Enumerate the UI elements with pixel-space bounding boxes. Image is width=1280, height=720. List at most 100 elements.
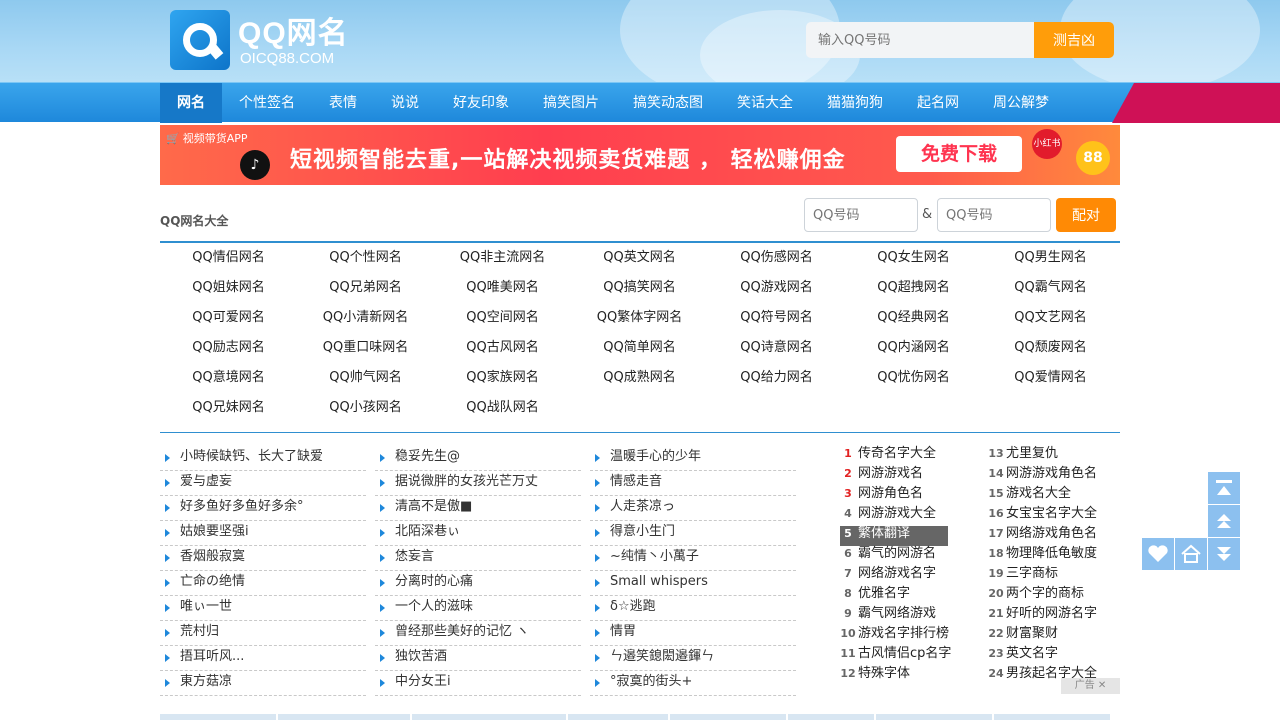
category-link[interactable]: QQ家族网名 bbox=[434, 368, 571, 388]
pair-button[interactable]: 配对 bbox=[1056, 198, 1116, 232]
bottom-tab[interactable] bbox=[994, 714, 1112, 720]
list-item[interactable]: °寂寞的街头+ bbox=[590, 671, 796, 696]
list-item[interactable]: 据说微胖的女孩光芒万丈 bbox=[375, 471, 581, 496]
list-item[interactable]: 曾经那些美好的记忆 ヽ bbox=[375, 621, 581, 646]
list-item[interactable]: 一个人的滋味 bbox=[375, 596, 581, 621]
nav-item[interactable]: 搞笑图片 bbox=[526, 83, 616, 123]
ranking-item[interactable]: 7 网络游戏名字 bbox=[840, 566, 990, 586]
category-link[interactable]: QQ男生网名 bbox=[982, 248, 1119, 268]
nav-item[interactable]: 周公解梦 bbox=[976, 83, 1066, 123]
category-link[interactable]: QQ霸气网名 bbox=[982, 278, 1119, 298]
category-link[interactable]: QQ小清新网名 bbox=[297, 308, 434, 328]
ranking-item[interactable]: 18 物理降低龟敏度 bbox=[988, 546, 1138, 566]
ranking-item[interactable]: 2 网游游戏名 bbox=[840, 466, 990, 486]
list-item[interactable]: 人走茶凉っ bbox=[590, 496, 796, 521]
category-link[interactable]: QQ姐妹网名 bbox=[160, 278, 297, 298]
bottom-tab[interactable] bbox=[278, 714, 412, 720]
category-link[interactable]: QQ给力网名 bbox=[708, 368, 845, 388]
category-link[interactable]: QQ古风网名 bbox=[434, 338, 571, 358]
category-link[interactable]: QQ伤感网名 bbox=[708, 248, 845, 268]
logo-title[interactable]: QQ网名 bbox=[238, 8, 349, 52]
nav-item[interactable]: 好友印象 bbox=[436, 83, 526, 123]
list-item[interactable]: 北陌深巷ぃ bbox=[375, 521, 581, 546]
category-link[interactable]: QQ励志网名 bbox=[160, 338, 297, 358]
list-item[interactable]: 情感走音 bbox=[590, 471, 796, 496]
list-item[interactable]: 荒村归 bbox=[160, 621, 366, 646]
ranking-item[interactable]: 22 财富聚财 bbox=[988, 626, 1138, 646]
category-link[interactable]: QQ简单网名 bbox=[571, 338, 708, 358]
list-item[interactable]: 分离时的心痛 bbox=[375, 571, 581, 596]
ranking-item[interactable]: 10 游戏名字排行榜 bbox=[840, 626, 990, 646]
ranking-item[interactable]: 8 优雅名字 bbox=[840, 586, 990, 606]
nav-item[interactable]: 说说 bbox=[374, 83, 436, 123]
category-link[interactable]: QQ意境网名 bbox=[160, 368, 297, 388]
category-link[interactable]: QQ内涵网名 bbox=[845, 338, 982, 358]
ranking-item[interactable]: 11 古风情侣cp名字 bbox=[840, 646, 990, 666]
list-item[interactable]: 恷妄言 bbox=[375, 546, 581, 571]
list-item[interactable]: 好多鱼好多鱼好多余° bbox=[160, 496, 366, 521]
category-link[interactable]: QQ忧伤网名 bbox=[845, 368, 982, 388]
ranking-item[interactable]: 20 两个字的商标 bbox=[988, 586, 1138, 606]
ranking-item[interactable]: 15 游戏名大全 bbox=[988, 486, 1138, 506]
fortune-test-button[interactable]: 测吉凶 bbox=[1034, 22, 1114, 58]
ranking-item[interactable]: 13 尤里复仇 bbox=[988, 446, 1138, 466]
ranking-item[interactable]: 6 霸气的网游名 bbox=[840, 546, 990, 566]
category-link[interactable]: QQ经典网名 bbox=[845, 308, 982, 328]
nav-item[interactable]: 笑话大全 bbox=[720, 83, 810, 123]
free-download-button[interactable]: 免费下载 bbox=[896, 136, 1022, 172]
bottom-tab[interactable] bbox=[670, 714, 788, 720]
nav-item[interactable]: 搞笑动态图 bbox=[616, 83, 720, 123]
list-item[interactable]: 姑娘要坚强i bbox=[160, 521, 366, 546]
ranking-item[interactable]: 14 网游游戏角色名 bbox=[988, 466, 1138, 486]
category-link[interactable]: QQ文艺网名 bbox=[982, 308, 1119, 328]
ranking-item[interactable]: 3 网游角色名 bbox=[840, 486, 990, 506]
list-item[interactable]: 亡命の绝情 bbox=[160, 571, 366, 596]
category-link[interactable]: QQ成熟网名 bbox=[571, 368, 708, 388]
category-link[interactable]: QQ个性网名 bbox=[297, 248, 434, 268]
category-link[interactable]: QQ帅气网名 bbox=[297, 368, 434, 388]
qq-pair-input-1[interactable] bbox=[804, 198, 918, 232]
ad-banner[interactable]: 视频带货APP ♪ 短视频智能去重,一站解决视频卖货难题 ， 轻松赚佣金 免费下… bbox=[160, 125, 1120, 185]
category-link[interactable]: QQ诗意网名 bbox=[708, 338, 845, 358]
ranking-item[interactable]: 12 特殊字体 bbox=[840, 666, 990, 686]
ranking-item[interactable]: 5 繁体翻译 bbox=[840, 526, 948, 546]
list-item[interactable]: 爱与虚妄 bbox=[160, 471, 366, 496]
list-item[interactable]: 温暖手心的少年 bbox=[590, 446, 796, 471]
list-item[interactable]: 香烟般寂寞 bbox=[160, 546, 366, 571]
category-link[interactable]: QQ超拽网名 bbox=[845, 278, 982, 298]
list-item[interactable]: 稳妥先生@ bbox=[375, 446, 581, 471]
logo-icon[interactable] bbox=[170, 10, 230, 70]
ranking-item[interactable]: 23 英文名字 bbox=[988, 646, 1138, 666]
category-link[interactable]: QQ繁体字网名 bbox=[571, 308, 708, 328]
ranking-item[interactable]: 4 网游游戏大全 bbox=[840, 506, 990, 526]
category-link[interactable]: QQ唯美网名 bbox=[434, 278, 571, 298]
favorite-heart-icon[interactable] bbox=[1142, 538, 1174, 570]
bottom-tab[interactable] bbox=[160, 714, 278, 720]
ranking-item[interactable]: 9 霸气网络游戏 bbox=[840, 606, 990, 626]
nav-item[interactable]: 猫猫狗狗 bbox=[810, 83, 900, 123]
category-link[interactable]: QQ游戏网名 bbox=[708, 278, 845, 298]
ranking-item[interactable]: 21 好听的网游名字 bbox=[988, 606, 1138, 626]
nav-item[interactable]: 个性签名 bbox=[222, 83, 312, 123]
nav-item[interactable]: 网名 bbox=[160, 83, 222, 123]
list-item[interactable]: 東方菇凉 bbox=[160, 671, 366, 696]
category-link[interactable]: QQ可爱网名 bbox=[160, 308, 297, 328]
list-item[interactable]: 独饮苦酒 bbox=[375, 646, 581, 671]
category-link[interactable]: QQ战队网名 bbox=[434, 398, 571, 418]
category-link[interactable]: QQ空间网名 bbox=[434, 308, 571, 328]
list-item[interactable]: 唯ぃ一世 bbox=[160, 596, 366, 621]
list-item[interactable]: 小時候缺钙、长大了缺爱 bbox=[160, 446, 366, 471]
list-item[interactable]: 清高不是傲■ bbox=[375, 496, 581, 521]
category-link[interactable]: QQ爱情网名 bbox=[982, 368, 1119, 388]
scroll-up-icon[interactable] bbox=[1208, 505, 1240, 537]
category-link[interactable]: QQ颓废网名 bbox=[982, 338, 1119, 358]
bottom-tab[interactable] bbox=[568, 714, 670, 720]
home-icon[interactable] bbox=[1175, 538, 1207, 570]
ranking-item[interactable]: 1 传奇名字大全 bbox=[840, 446, 990, 466]
category-link[interactable]: QQ搞笑网名 bbox=[571, 278, 708, 298]
bottom-tab[interactable] bbox=[412, 714, 568, 720]
bottom-tab[interactable] bbox=[788, 714, 876, 720]
scroll-top-icon[interactable] bbox=[1208, 472, 1240, 504]
category-link[interactable]: QQ英文网名 bbox=[571, 248, 708, 268]
list-item[interactable]: 捂耳听风... bbox=[160, 646, 366, 671]
